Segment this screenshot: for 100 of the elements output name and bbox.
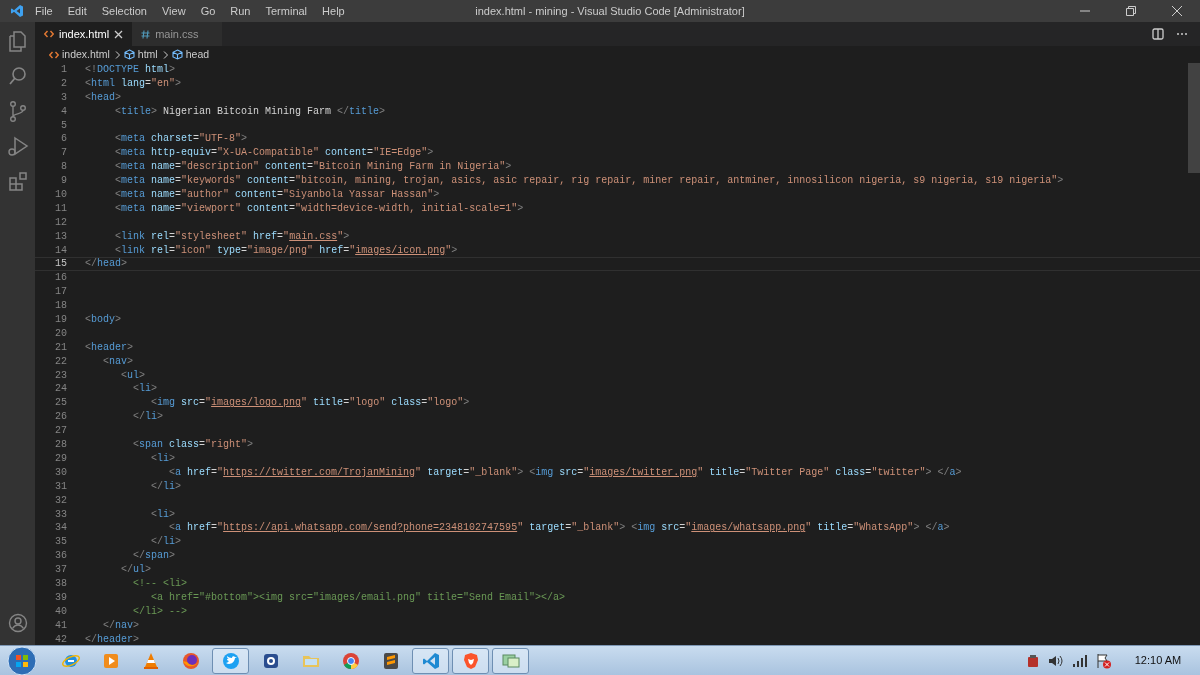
code-line: <ul> (121, 368, 146, 383)
taskbar-button[interactable] (452, 647, 489, 674)
line-number: 19 (54, 313, 67, 327)
split-editor-icon[interactable] (1152, 28, 1164, 40)
code-line: <meta name="author" content="Siyanbola Yassar Hassan"> (115, 188, 440, 202)
menu-item[interactable]: Terminal (264, 2, 309, 20)
line-number: 13 (54, 229, 67, 244)
line-number: 15 (54, 257, 67, 272)
code-line: <meta name="description" content="Bitcoin Mining Farm in Nigeria"> (115, 160, 512, 175)
tab[interactable]: main.css (132, 22, 222, 46)
code-line: <html lang="en"> (85, 76, 182, 91)
code-line: </li> (151, 479, 182, 494)
cube-icon (123, 49, 135, 60)
menu-item[interactable]: Selection (100, 2, 148, 20)
line-number: 16 (54, 271, 67, 286)
code-line: <link rel="icon" type="image/png" href="images/icon.png"> (115, 243, 458, 258)
code-line: <link rel="stylesheet" href="main.css"> (115, 229, 350, 244)
line-number: 2 (60, 76, 67, 91)
editor-logo-icon (10, 4, 24, 18)
taskbar-button[interactable] (492, 647, 529, 674)
signal-icon[interactable] (1072, 653, 1088, 668)
taskbar-button[interactable] (412, 647, 449, 674)
menu-item[interactable]: Edit (66, 2, 88, 20)
app-icon[interactable] (180, 650, 201, 671)
code-line: <!-- <li> (133, 576, 187, 591)
line-number: 42 (54, 632, 67, 647)
code-line: <header> (85, 340, 134, 355)
code-line: <li> (151, 451, 176, 466)
code-line: <body> (85, 313, 122, 327)
line-number: 30 (54, 465, 67, 480)
menu-item[interactable]: File (34, 2, 54, 20)
breadcrumb-item[interactable]: head (185, 46, 210, 63)
line-number: 34 (54, 521, 67, 536)
code-line: </header> (85, 632, 140, 647)
extensions-icon[interactable] (6, 170, 29, 192)
code-line: </head> (85, 257, 128, 272)
code-line: <li> (151, 507, 176, 522)
code-line: <a href="#bottom"><img src="images/email.png" title="Send Email"></a> (151, 590, 566, 605)
line-number: 18 (54, 299, 67, 314)
account-icon[interactable] (7, 613, 28, 633)
search-icon[interactable] (6, 65, 29, 87)
scrollbar-thumb[interactable] (1188, 63, 1200, 173)
chevron-icon (162, 50, 169, 59)
line-number: 32 (54, 493, 67, 508)
speaker-icon[interactable] (1048, 653, 1064, 668)
line-number: 6 (60, 132, 67, 147)
code-line: </nav> (103, 618, 140, 633)
hash-icon (141, 29, 151, 39)
code-line: <head> (85, 90, 122, 105)
line-number: 11 (54, 201, 67, 216)
line-number: 14 (54, 243, 67, 258)
clock[interactable]: 12:10 AM (1130, 652, 1186, 669)
line-number: 24 (54, 382, 67, 397)
line-number: 23 (54, 368, 67, 383)
line-number: 7 (60, 146, 67, 161)
code-line: <li> (133, 382, 158, 397)
flag-icon[interactable] (1096, 652, 1112, 669)
code-line: <nav> (103, 354, 134, 369)
taskbar-button[interactable] (212, 647, 249, 674)
ribbon-icon (420, 650, 441, 671)
line-number: 10 (54, 188, 67, 202)
code-icon (44, 30, 54, 38)
close-icon[interactable] (1172, 6, 1182, 16)
code-line: </li> (133, 410, 164, 425)
breadcrumb-item[interactable]: index.html (62, 46, 110, 63)
window-title: index.html - mining - Visual Studio Code [Administrator] (474, 3, 746, 19)
code-line: <a href="https://api.whatsapp.com/send?phone=2348102747595" target="_blank"> <img src="images/whatsapp.png" title="WhatsApp"> </a> (169, 521, 950, 536)
code-line: <title> Nigerian Bitcoin Mining Farm </title> (115, 104, 386, 119)
code-line: </li> (151, 535, 182, 550)
code-line: <meta name="keywords" content="bitcoin, mining, trojan, asics, asic repair, rig repair, miner repair, antminer, innosilicon nigeria, s9 nigeria, s19 nigeria"> (115, 174, 1064, 189)
code-line: </ul> (121, 563, 152, 577)
files-icon[interactable] (6, 30, 29, 52)
start-button[interactable] (4, 645, 40, 675)
run-icon[interactable] (6, 135, 29, 157)
line-number: 1 (60, 63, 67, 77)
line-number: 20 (54, 326, 67, 341)
line-number: 17 (54, 285, 67, 300)
tab[interactable]: index.html (35, 22, 133, 46)
menu-item[interactable]: View (160, 2, 187, 20)
restore-icon[interactable] (1126, 6, 1136, 16)
line-number: 8 (60, 160, 67, 175)
line-number: 27 (54, 424, 67, 439)
menu-item[interactable]: Go (199, 2, 217, 20)
line-number: 41 (54, 618, 67, 633)
breadcrumb-item[interactable]: html (137, 46, 158, 63)
line-number: 5 (60, 118, 67, 133)
code-line: <!DOCTYPE html> (85, 63, 176, 77)
more-actions-icon[interactable] (1176, 32, 1188, 36)
app-icon[interactable] (340, 650, 361, 671)
code-line: <meta http-equiv="X-UA-Compatible" content="IE=Edge"> (115, 146, 434, 161)
chevron-icon (114, 50, 121, 59)
device-icon[interactable] (1026, 653, 1040, 668)
line-number: 37 (54, 563, 67, 577)
menu-item[interactable]: Run (229, 2, 252, 20)
code-line: <meta charset="UTF-8"> (115, 132, 248, 147)
close-icon[interactable] (114, 29, 124, 39)
line-number: 12 (54, 215, 67, 230)
menu-item[interactable]: Help (321, 2, 346, 20)
code-line: <img src="images/logo.png" title="logo" class="logo"> (151, 396, 470, 411)
code-line: <span class="right"> (133, 438, 254, 452)
